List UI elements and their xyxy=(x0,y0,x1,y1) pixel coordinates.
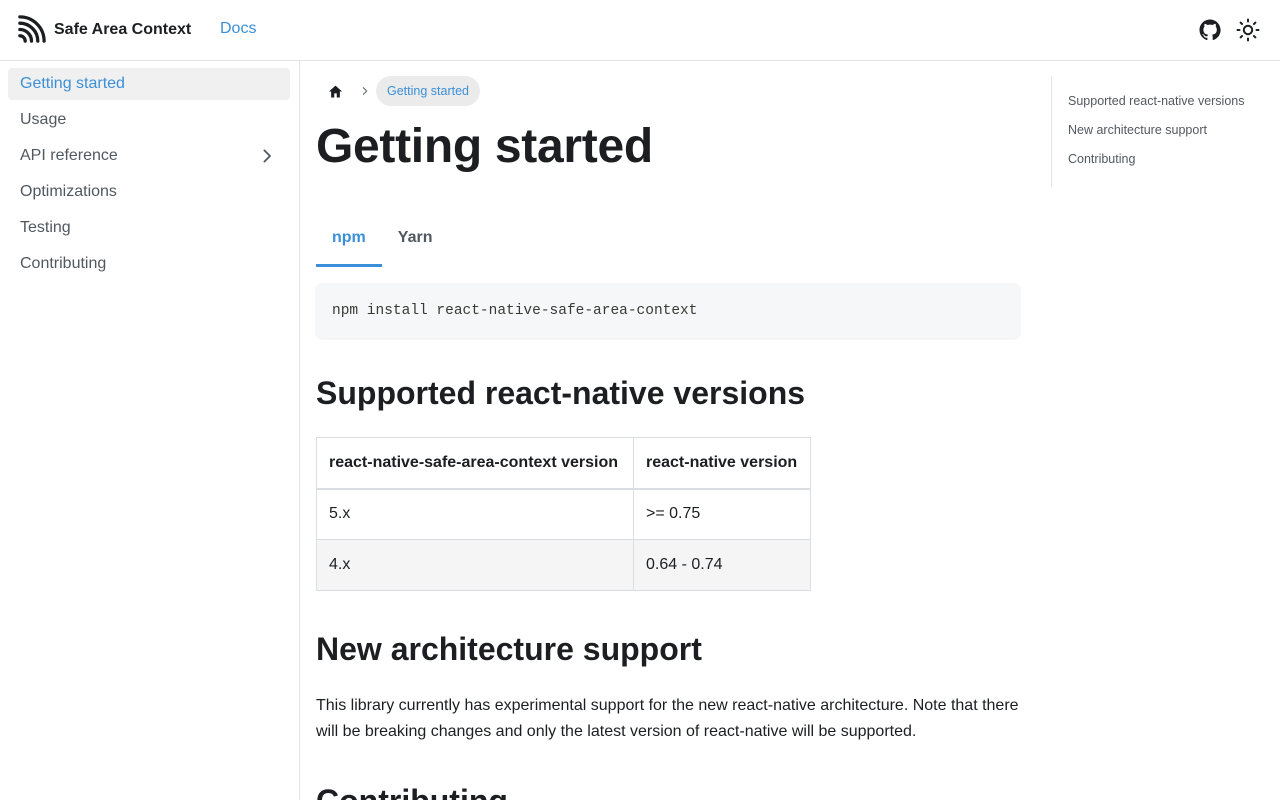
docs-sidebar: Getting started Usage API reference Opti… xyxy=(0,61,300,800)
table-cell: 5.x xyxy=(316,488,634,540)
versions-table: react-native-safe-area-context version r… xyxy=(316,437,811,591)
breadcrumb-home-link[interactable] xyxy=(316,76,354,106)
top-navbar: Safe Area Context Docs xyxy=(0,0,1280,61)
toc-item-supported-versions[interactable]: Supported react-native versions xyxy=(1068,94,1244,108)
architecture-paragraph: This library currently has experimental … xyxy=(316,697,1019,740)
breadcrumb-current: Getting started xyxy=(376,76,480,106)
table-header-row: react-native-safe-area-context version r… xyxy=(316,437,811,490)
sidebar-item-optimizations[interactable]: Optimizations xyxy=(8,176,290,208)
table-cell: 0.64 - 0.74 xyxy=(633,539,811,591)
sidebar-item-label: Getting started xyxy=(20,75,125,92)
home-icon xyxy=(328,85,342,97)
table-cell: >= 0.75 xyxy=(633,488,811,540)
sidebar-item-getting-started[interactable]: Getting started xyxy=(8,68,290,100)
sidebar-item-label: Usage xyxy=(20,111,67,128)
table-row: 5.x >= 0.75 xyxy=(316,488,811,540)
heading-contributing: Contributing xyxy=(316,783,508,800)
toc-item-new-architecture[interactable]: New architecture support xyxy=(1068,123,1207,137)
github-icon[interactable] xyxy=(1198,18,1222,42)
sidebar-item-label: Testing xyxy=(20,219,71,236)
breadcrumb: Getting started xyxy=(316,76,480,106)
chevron-right-icon[interactable] xyxy=(258,147,276,165)
install-code-block: npm install react-native-safe-area-conte… xyxy=(316,283,1020,338)
nav-docs-link[interactable]: Docs xyxy=(220,20,256,38)
table-row: 4.x 0.64 - 0.74 xyxy=(316,539,811,591)
sun-icon[interactable] xyxy=(1236,18,1260,42)
toc-item-contributing[interactable]: Contributing xyxy=(1068,152,1135,166)
sidebar-item-contributing[interactable]: Contributing xyxy=(8,248,290,280)
sidebar-item-label: API reference xyxy=(20,147,118,164)
heading-new-architecture: New architecture support xyxy=(316,631,702,667)
sidebar-item-api-reference[interactable]: API reference xyxy=(8,140,290,172)
tab-yarn[interactable]: Yarn xyxy=(382,210,449,266)
sidebar-item-testing[interactable]: Testing xyxy=(8,212,290,244)
sidebar-item-usage[interactable]: Usage xyxy=(8,104,290,136)
heading-supported-versions: Supported react-native versions xyxy=(316,375,806,411)
sidebar-item-label: Contributing xyxy=(20,255,107,272)
brand-link[interactable]: Safe Area Context xyxy=(16,14,191,45)
sidebar-item-label: Optimizations xyxy=(20,183,117,200)
table-of-contents: Supported react-native versions New arch… xyxy=(1051,76,1261,187)
install-command: npm install react-native-safe-area-conte… xyxy=(332,302,698,319)
table-header-cell: react-native version xyxy=(633,437,811,490)
table-cell: 4.x xyxy=(316,539,634,591)
brand-title: Safe Area Context xyxy=(54,20,192,38)
wifi-logo-icon xyxy=(18,15,46,43)
tab-npm[interactable]: npm xyxy=(316,210,382,267)
table-header-cell: react-native-safe-area-context version xyxy=(316,437,634,490)
package-manager-tabs: npm Yarn xyxy=(316,210,448,268)
breadcrumb-separator-icon xyxy=(354,76,376,106)
page-title: Getting started xyxy=(316,120,653,173)
